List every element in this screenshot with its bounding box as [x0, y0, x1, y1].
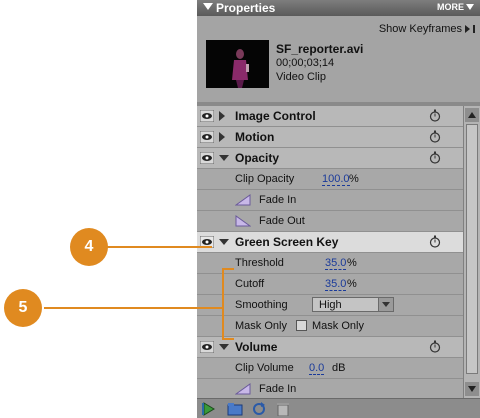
property-clip-opacity: Clip Opacity 100.0 % — [197, 169, 463, 190]
fade-out-icon — [235, 215, 251, 227]
fade-out-label: Fade Out — [259, 215, 305, 227]
stopwatch-icon[interactable] — [429, 340, 441, 353]
volume-fade-in-button[interactable]: Fade In — [197, 379, 463, 398]
threshold-value[interactable]: 35.0 — [325, 257, 347, 270]
folder-icon[interactable] — [227, 402, 243, 416]
collapse-triangle-icon[interactable] — [203, 3, 213, 10]
fade-in-button[interactable]: Fade In — [197, 190, 463, 211]
property-threshold: Threshold 35.0 % — [197, 253, 463, 274]
clip-volume-value[interactable]: 0.0 — [309, 362, 325, 375]
unit-label: % — [347, 278, 357, 290]
property-label: Clip Volume — [235, 362, 294, 374]
mask-only-checkbox[interactable] — [296, 320, 307, 331]
effect-green-screen-key[interactable]: Green Screen Key — [197, 232, 463, 253]
effect-volume[interactable]: Volume — [197, 337, 463, 358]
twirl-open-icon[interactable] — [219, 155, 229, 161]
twirl-open-icon[interactable] — [219, 344, 229, 350]
panel-toolbar — [197, 398, 480, 418]
property-label: Mask Only — [235, 320, 287, 332]
callout-bracket — [222, 268, 224, 340]
property-label: Cutoff — [235, 278, 265, 290]
stopwatch-icon[interactable] — [429, 109, 441, 122]
callout-line — [44, 307, 224, 309]
callout-bracket — [222, 268, 234, 270]
callout-bracket — [222, 338, 234, 340]
effect-image-control[interactable]: Image Control — [197, 106, 463, 127]
more-menu-button[interactable]: MORE — [437, 2, 464, 12]
fade-in-label: Fade In — [259, 383, 297, 395]
vertical-scrollbar[interactable] — [463, 106, 480, 398]
fade-out-button[interactable]: Fade Out — [197, 211, 463, 232]
fade-in-icon — [235, 383, 251, 395]
clip-thumbnail — [206, 40, 269, 88]
effect-name: Motion — [235, 130, 275, 144]
stopwatch-icon[interactable] — [429, 235, 441, 248]
effect-motion[interactable]: Motion — [197, 127, 463, 148]
effect-opacity[interactable]: Opacity — [197, 148, 463, 169]
property-label: Smoothing — [235, 299, 288, 311]
clip-type: Video Clip — [276, 71, 326, 83]
clip-info: Show Keyframes SF_reporter.avi 00;00;03;… — [197, 16, 480, 102]
stopwatch-icon[interactable] — [429, 151, 441, 164]
play-icon[interactable] — [201, 402, 217, 416]
clip-name: SF_reporter.avi — [276, 42, 364, 56]
cutoff-value[interactable]: 35.0 — [325, 278, 347, 291]
eye-icon[interactable] — [200, 152, 214, 164]
callout-line — [100, 246, 212, 248]
scroll-down-button[interactable] — [465, 382, 479, 396]
fade-in-icon — [235, 194, 251, 206]
scroll-thumb[interactable] — [466, 124, 478, 374]
more-arrow-icon[interactable] — [466, 4, 474, 10]
twirl-closed-icon[interactable] — [219, 132, 225, 142]
stopwatch-icon[interactable] — [429, 130, 441, 143]
scroll-up-button[interactable] — [465, 108, 479, 122]
chevron-down-icon — [382, 302, 390, 307]
eye-icon[interactable] — [200, 341, 214, 353]
checkbox-label[interactable]: Mask Only — [312, 320, 364, 332]
callout-badge: 5 — [4, 289, 42, 327]
property-cutoff: Cutoff 35.0 % — [197, 274, 463, 295]
smoothing-dropdown[interactable]: High — [312, 297, 394, 312]
effect-name: Green Screen Key — [235, 235, 339, 249]
clip-timecode: 00;00;03;14 — [276, 57, 335, 69]
panel-title: Properties — [216, 1, 276, 15]
twirl-open-icon[interactable] — [219, 239, 229, 245]
property-clip-volume: Clip Volume 0.0 dB — [197, 358, 463, 379]
fade-in-label: Fade In — [259, 194, 297, 206]
property-smoothing: Smoothing High — [197, 295, 463, 316]
eye-icon[interactable] — [200, 131, 214, 143]
show-keyframes-arrow-icon[interactable] — [465, 25, 470, 33]
show-keyframes-bar-icon[interactable] — [473, 25, 475, 33]
properties-panel: Properties MORE Show Keyframes SF_report… — [197, 0, 480, 418]
property-label: Clip Opacity — [235, 173, 295, 185]
dropdown-value: High — [319, 299, 342, 311]
clip-opacity-value[interactable]: 100.0 — [322, 173, 350, 186]
effect-name: Opacity — [235, 151, 280, 165]
trash-icon[interactable] — [275, 402, 291, 416]
panel-titlebar: Properties MORE — [197, 0, 480, 16]
twirl-closed-icon[interactable] — [219, 111, 225, 121]
unit-label: dB — [332, 362, 346, 374]
callout-badge: 4 — [70, 228, 108, 266]
show-keyframes-button[interactable]: Show Keyframes — [379, 23, 462, 35]
effects-list: Image Control Motion Opacity Clip Opacit… — [197, 106, 463, 398]
property-mask-only: Mask Only Mask Only — [197, 316, 463, 337]
unit-label: % — [349, 173, 359, 185]
effect-name: Volume — [235, 340, 278, 354]
effect-name: Image Control — [235, 109, 316, 123]
unit-label: % — [347, 257, 357, 269]
property-label: Threshold — [235, 257, 284, 269]
eye-icon[interactable] — [200, 110, 214, 122]
refresh-icon[interactable] — [251, 402, 267, 416]
dropdown-button[interactable] — [378, 298, 393, 311]
